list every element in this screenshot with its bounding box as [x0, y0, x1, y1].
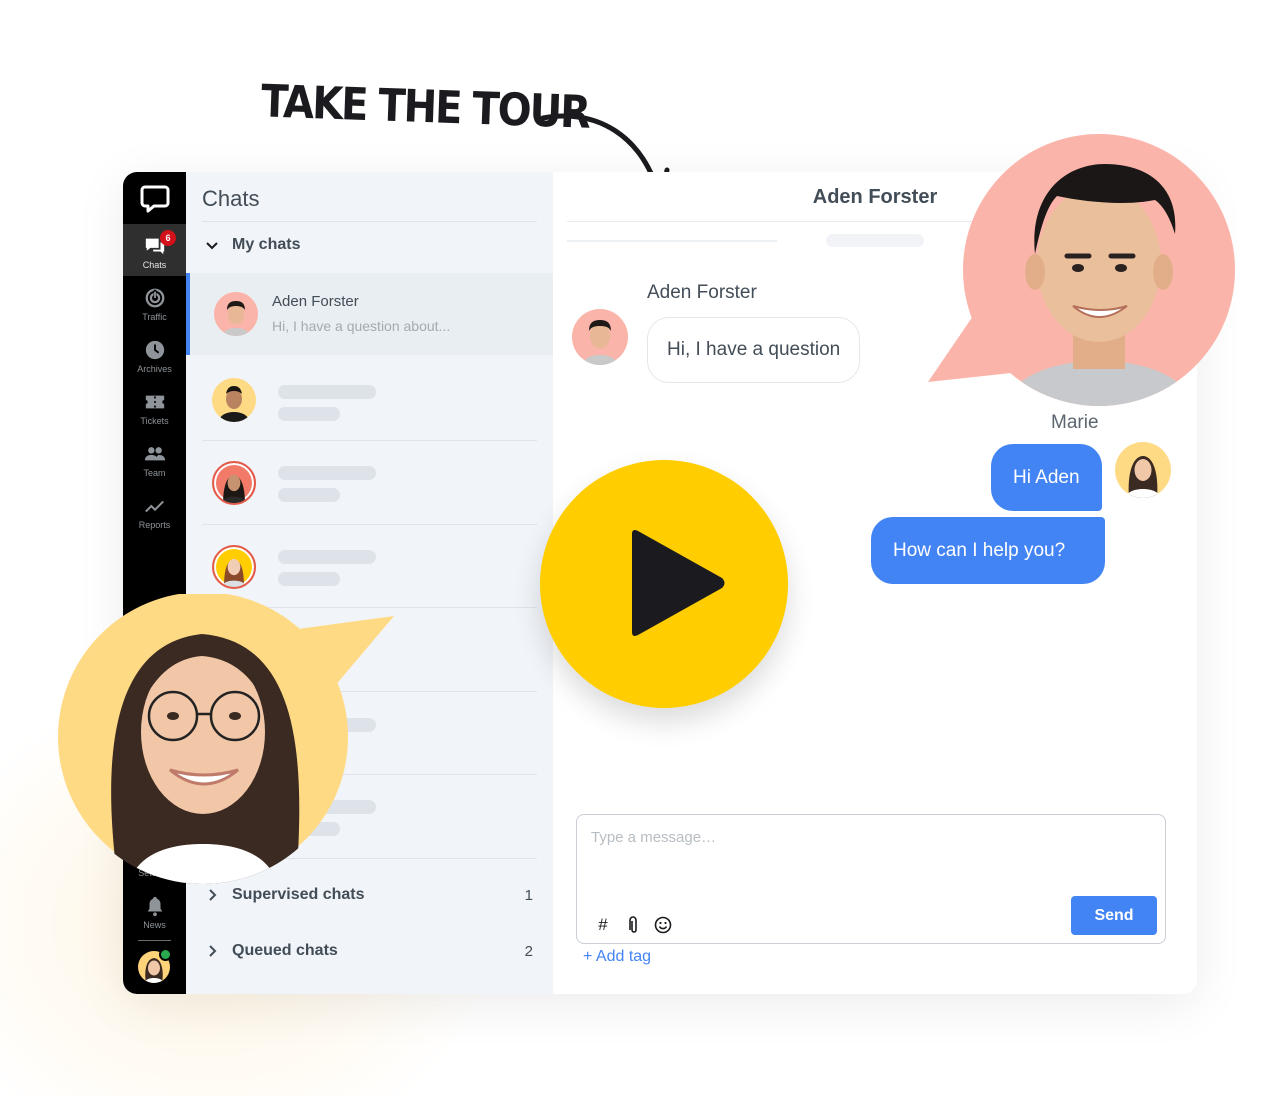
nav-divider: [138, 940, 171, 941]
unread-badge: 6: [160, 230, 176, 246]
chat-list-item[interactable]: [186, 442, 553, 524]
traffic-icon: [145, 288, 164, 308]
chat-list-item[interactable]: Aden Forster Hi, I have a question about…: [186, 273, 553, 355]
chevron-right-icon: [209, 889, 217, 901]
nav-item-traffic[interactable]: Traffic: [123, 276, 186, 328]
divider: [567, 240, 777, 242]
woman-portrait-icon: [111, 634, 300, 884]
nav-label: Reports: [138, 520, 171, 530]
clock-icon: [145, 340, 164, 360]
send-button[interactable]: Send: [1071, 896, 1157, 935]
skeleton-line: [278, 407, 340, 421]
nav-label: Tickets: [140, 416, 169, 426]
avatar: [214, 292, 258, 336]
nav-item-tickets[interactable]: Tickets: [123, 380, 186, 432]
nav-label: Chats: [142, 260, 167, 270]
skeleton-pill: [826, 234, 924, 247]
nav-item-team[interactable]: Team: [123, 432, 186, 484]
avatar: [1115, 442, 1171, 498]
chevron-right-icon: [209, 945, 217, 957]
online-status-dot: [159, 948, 172, 961]
bell-icon: [147, 896, 162, 917]
message-author: Marie: [1051, 412, 1099, 433]
avatar: [572, 309, 628, 365]
composer-toolbar: #: [593, 915, 673, 935]
skeleton-line: [278, 488, 340, 502]
message-author: Aden Forster: [647, 282, 757, 303]
add-tag-link[interactable]: + Add tag: [583, 948, 651, 966]
livechat-logo-icon[interactable]: [140, 184, 170, 214]
chat-list-title: Chats: [202, 186, 260, 211]
agent-portrait: [58, 594, 348, 884]
emoji-icon[interactable]: [653, 915, 673, 935]
play-icon: [632, 530, 725, 636]
nav-label: Traffic: [142, 312, 167, 322]
group-queued-chats[interactable]: Queued chats 2: [204, 942, 533, 960]
hash-icon[interactable]: #: [593, 915, 613, 935]
group-my-chats[interactable]: My chats: [204, 236, 533, 254]
reports-icon: [144, 500, 164, 513]
chat-preview: Hi, I have a question about...: [272, 318, 451, 334]
chat-name: Aden Forster: [272, 293, 359, 310]
skeleton-line: [278, 385, 376, 399]
group-count: 1: [524, 886, 533, 904]
skeleton-line: [278, 466, 376, 480]
customer-portrait: [963, 134, 1235, 406]
avatar: [212, 461, 256, 505]
message-bubble-outgoing: Hi Aden: [991, 444, 1102, 511]
divider: [202, 221, 537, 222]
divider: [202, 524, 537, 525]
play-video-button[interactable]: [540, 460, 788, 708]
chevron-down-icon: [206, 242, 218, 250]
skeleton-line: [278, 572, 340, 586]
nav-item-reports[interactable]: Reports: [123, 484, 186, 536]
group-count: 2: [524, 942, 533, 960]
nav-label: Team: [143, 468, 166, 478]
avatar: [212, 545, 256, 589]
message-composer: # Send: [576, 814, 1166, 944]
message-bubble-outgoing: How can I help you?: [871, 517, 1105, 584]
paperclip-icon[interactable]: [623, 915, 643, 935]
message-bubble-incoming: Hi, I have a question: [647, 317, 861, 383]
divider: [202, 440, 537, 441]
team-icon: [144, 447, 165, 461]
man-portrait-icon: [1003, 164, 1195, 406]
avatar: [212, 378, 256, 422]
nav-item-archives[interactable]: Archives: [123, 328, 186, 380]
nav-item-chats[interactable]: Chats 6: [123, 224, 186, 276]
group-label: My chats: [232, 236, 301, 253]
nav-item-news[interactable]: News: [123, 884, 186, 936]
group-supervised-chats[interactable]: Supervised chats 1: [204, 886, 533, 904]
nav-label: Archives: [137, 364, 172, 374]
nav-label: News: [143, 920, 166, 930]
message-input[interactable]: [591, 829, 1151, 846]
skeleton-line: [278, 550, 376, 564]
group-label: Queued chats: [232, 942, 338, 959]
group-label: Supervised chats: [232, 886, 365, 903]
ticket-icon: [145, 395, 164, 409]
chat-list-item[interactable]: [186, 359, 553, 441]
